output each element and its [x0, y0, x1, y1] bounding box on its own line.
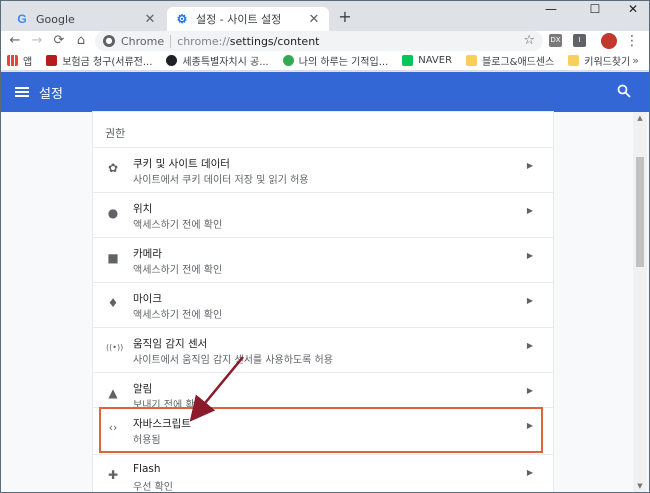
row-location[interactable]: ● 위치 액세스하기 전에 확인 ▶	[93, 192, 553, 237]
bookmark-label: 키워드찾기	[584, 57, 631, 68]
location-pin-icon: ●	[107, 206, 119, 220]
chrome-site-icon: ●	[103, 35, 115, 47]
site-chip: Chrome	[121, 34, 172, 48]
chevron-right-icon: ▶	[526, 341, 533, 350]
row-microphone[interactable]: ♦ 마이크 액세스하기 전에 확인 ▶	[93, 282, 553, 327]
hamburger-menu-icon[interactable]	[15, 87, 29, 97]
home-icon[interactable]: ⌂	[73, 33, 89, 49]
row-title: 움직임 감지 센서	[133, 338, 208, 350]
row-subtitle: 액세스하기 전에 확인	[133, 220, 223, 231]
bookmarks-more-icon[interactable]: »	[632, 54, 639, 67]
bookmark-star-icon[interactable]: ☆	[523, 33, 535, 48]
tab-title: 설정 - 사이트 설정	[196, 13, 282, 26]
bookmark-label: 세종특별자치시 공...	[182, 57, 269, 68]
row-motion-sensors[interactable]: ((•)) 움직임 감지 센서 사이트에서 움직임 감지 센서를 사용하도록 허…	[93, 327, 553, 372]
chevron-right-icon: ▶	[526, 251, 533, 260]
bookmarks-bar: 앱 보험금 청구(서류전... 세종특별자치시 공... 나의 하루는 기적입.…	[1, 51, 649, 71]
folder-icon	[568, 55, 580, 66]
naver-icon	[402, 55, 414, 66]
cookie-icon: ✿	[107, 161, 119, 175]
new-tab-button[interactable]: +	[336, 8, 354, 26]
menu-dots-icon[interactable]: ⋮	[625, 32, 639, 50]
bookmark-item[interactable]: 보험금 청구(서류전...	[46, 53, 152, 68]
scroll-thumb[interactable]	[636, 157, 644, 267]
tab-strip: G Google ✕ ⚙ 설정 - 사이트 설정 ✕ + — ☐ ✕	[1, 1, 649, 31]
evernote-icon	[282, 55, 294, 66]
address-bar[interactable]: ● Chrome chrome:// settings/content ☆	[95, 31, 543, 51]
row-subtitle: 우선 확인	[133, 482, 173, 493]
close-window-button[interactable]: ✕	[613, 1, 649, 19]
row-subtitle: 사이트에서 쿠키 데이터 저장 및 읽기 허용	[133, 175, 309, 186]
tab-google[interactable]: G Google ✕	[7, 7, 165, 31]
scroll-down-arrow-icon[interactable]: ▼	[633, 482, 647, 490]
url-path: settings/content	[229, 34, 320, 48]
row-subtitle: 사이트에서 움직임 감지 센서를 사용하도록 허용	[133, 355, 333, 366]
apps-grid-icon	[7, 55, 18, 66]
close-icon[interactable]: ✕	[307, 12, 321, 27]
section-title: 권한	[105, 127, 126, 140]
url-scheme: chrome://	[177, 34, 230, 48]
chevron-right-icon: ▶	[526, 161, 533, 170]
bell-icon: ▲	[108, 386, 118, 400]
settings-header: 설정	[1, 72, 649, 112]
highlight-box	[99, 407, 543, 453]
tab-settings[interactable]: ⚙ 설정 - 사이트 설정 ✕	[167, 7, 329, 31]
bookmark-label: NAVER	[418, 55, 453, 66]
row-title: 알림	[133, 383, 153, 395]
row-subtitle: 액세스하기 전에 확인	[133, 310, 223, 321]
back-arrow-icon[interactable]: ←	[7, 33, 23, 49]
row-title: 쿠키 및 사이트 데이터	[133, 158, 230, 170]
bookmark-apps[interactable]: 앱	[7, 53, 32, 68]
search-icon[interactable]	[617, 84, 631, 102]
bookmark-item[interactable]: NAVER	[402, 55, 452, 66]
microphone-icon: ♦	[107, 296, 119, 310]
m-logo-icon	[46, 55, 58, 66]
bookmark-label: 앱	[23, 57, 33, 68]
scrollbar[interactable]: ▲ ▼	[633, 112, 647, 492]
bookmark-label: 보험금 청구(서류전...	[62, 57, 153, 68]
chevron-right-icon: ▶	[526, 296, 533, 305]
folder-icon	[466, 55, 478, 66]
bookmark-folder[interactable]: 블로그&애드센스	[466, 53, 554, 68]
extension-dx-icon[interactable]: DX	[549, 34, 562, 47]
profile-avatar[interactable]	[601, 33, 617, 49]
row-title: 위치	[133, 203, 153, 215]
puzzle-icon: ✚	[107, 468, 119, 482]
bookmark-item[interactable]: 나의 하루는 기적입...	[282, 53, 389, 68]
row-flash[interactable]: ✚ Flash 우선 확인 ▶	[93, 454, 553, 493]
motion-sensor-icon: ((•))	[106, 343, 124, 352]
close-icon[interactable]: ✕	[143, 12, 157, 27]
row-cookies[interactable]: ✿ 쿠키 및 사이트 데이터 사이트에서 쿠키 데이터 저장 및 읽기 허용 ▶	[93, 147, 553, 192]
forward-arrow-icon[interactable]: →	[29, 33, 45, 49]
extension-i-icon[interactable]: I	[573, 34, 586, 47]
minimize-button[interactable]: —	[531, 1, 571, 19]
row-title: 카메라	[133, 248, 162, 260]
row-subtitle: 액세스하기 전에 확인	[133, 265, 223, 276]
chevron-right-icon: ▶	[526, 386, 533, 395]
row-camera[interactable]: ■ 카메라 액세스하기 전에 확인 ▶	[93, 237, 553, 282]
bookmark-item[interactable]: 세종특별자치시 공...	[166, 53, 269, 68]
bookmark-label: 블로그&애드센스	[482, 57, 555, 68]
reload-icon[interactable]: ⟳	[51, 33, 67, 49]
page-title: 설정	[39, 86, 63, 102]
toolbar: ← → ⟳ ⌂ ● Chrome chrome:// settings/cont…	[1, 31, 649, 51]
bookmark-folder[interactable]: 키워드찾기	[568, 53, 630, 68]
row-title: Flash	[133, 463, 161, 475]
tab-title: Google	[36, 12, 75, 26]
camera-icon: ■	[107, 251, 119, 265]
bookmark-label: 나의 하루는 기적입...	[298, 57, 389, 68]
maximize-button[interactable]: ☐	[575, 1, 615, 19]
google-favicon-icon: G	[17, 12, 27, 26]
gear-icon: ⚙	[176, 12, 188, 26]
globe-icon	[166, 55, 178, 66]
scroll-up-arrow-icon[interactable]: ▲	[633, 114, 647, 122]
row-title: 마이크	[133, 293, 162, 305]
chevron-right-icon: ▶	[526, 468, 533, 477]
chevron-right-icon: ▶	[526, 206, 533, 215]
